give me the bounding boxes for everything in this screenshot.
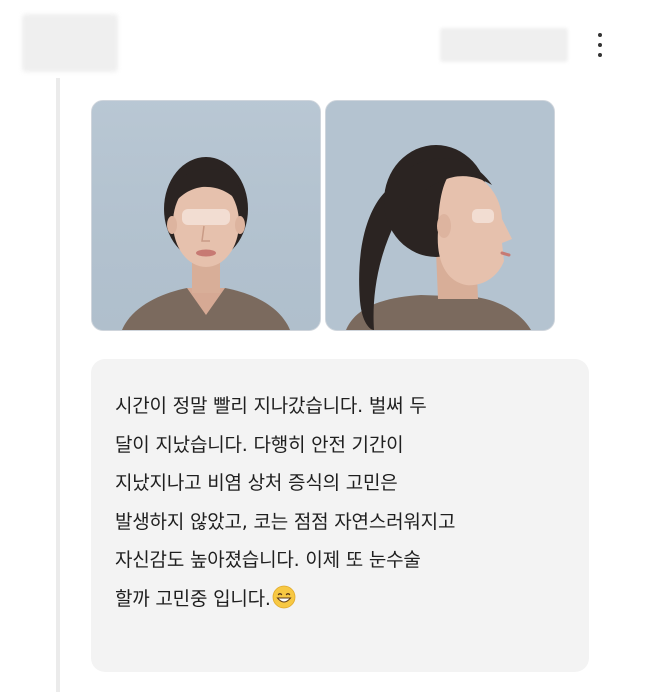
grinning-face-icon xyxy=(272,585,296,609)
comment-bubble: 시간이 정말 빨리 지나갔습니다. 벌써 두 달이 지났습니다. 다행히 안전 … xyxy=(91,359,589,672)
more-dot xyxy=(598,53,602,57)
comment-line: 할까 고민중 입니다. xyxy=(115,587,271,610)
comment-line: 지났지나고 비염 상처 증식의 고민은 xyxy=(115,472,398,494)
photo-front-view[interactable] xyxy=(91,100,321,331)
comment-line: 달이 지났습니다. 다행히 안전 기간이 xyxy=(115,433,404,456)
photo-side-view[interactable] xyxy=(325,100,555,331)
more-options-icon[interactable] xyxy=(588,28,612,62)
author-avatar-redacted[interactable] xyxy=(22,14,118,72)
front-portrait-graphic xyxy=(92,101,320,330)
side-portrait-graphic xyxy=(326,101,554,330)
comment-line: 발생하지 않았고, 코는 점점 자연스러워지고 xyxy=(115,510,456,533)
more-dot xyxy=(598,33,602,37)
more-dot xyxy=(598,43,602,47)
comment-text: 시간이 정말 빨리 지나갔습니다. 벌써 두 달이 지났습니다. 다행히 안전 … xyxy=(115,387,569,618)
post-meta-redacted xyxy=(440,28,568,62)
comment-line: 자신감도 높아졌습니다. 이제 또 눈수술 xyxy=(115,549,421,571)
comment-line: 시간이 정말 빨리 지나갔습니다. 벌써 두 xyxy=(115,395,427,417)
thread-line xyxy=(56,78,60,692)
